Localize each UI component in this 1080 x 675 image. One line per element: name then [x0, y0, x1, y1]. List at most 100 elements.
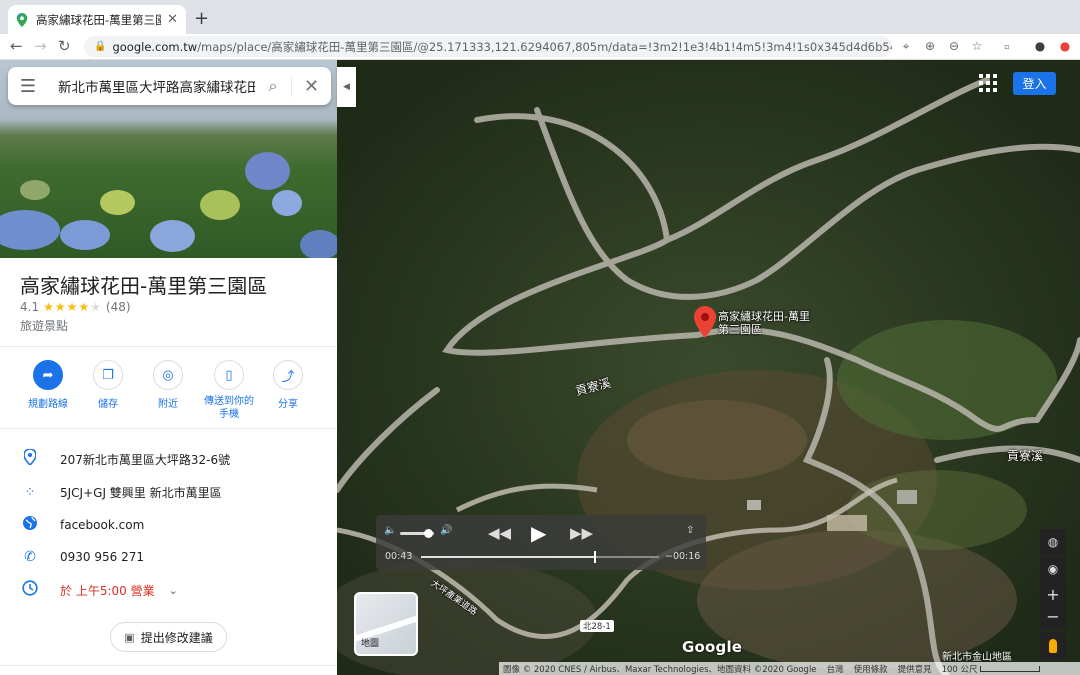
extension-red-icon[interactable]: ● [1057, 38, 1073, 54]
globe-view-icon[interactable]: ◍ [1040, 529, 1066, 555]
progress-bar[interactable] [421, 551, 659, 563]
send-to-phone-button[interactable]: ▯ 傳送到你的手機 [198, 360, 260, 421]
address-row[interactable]: 207新北市萬里區大坪路32-6號 [0, 444, 337, 474]
search-input[interactable]: 新北市萬里區大坪路高家繡球花田 [48, 76, 255, 96]
zoom-out-icon[interactable]: − [1046, 606, 1059, 628]
reload-icon[interactable]: ↻ [58, 37, 71, 55]
phone-text: 0930 956 271 [60, 550, 144, 564]
area-name: 新北市金山地區 [942, 652, 1012, 663]
rating-row[interactable]: 4.1 ★★★★★ (48) [20, 300, 131, 314]
phone-icon: ✆ [24, 549, 36, 565]
divider [0, 346, 337, 347]
play-icon[interactable]: ▶ [531, 521, 546, 545]
search-box[interactable]: ☰ 新北市萬里區大坪路高家繡球花田 ⌕ ✕ [8, 67, 331, 105]
rewind-icon[interactable]: ◀◀ [488, 524, 511, 542]
street-view-pegman-icon[interactable] [1040, 632, 1066, 660]
progress-fill [421, 556, 595, 558]
volume-low-icon[interactable]: 🔈 [384, 525, 396, 536]
address-bar[interactable]: 🔒 google.com.tw/maps/place/高家繡球花田-萬里第三園區… [84, 36, 892, 57]
collapse-panel-button[interactable]: ◀ [337, 67, 356, 107]
current-time: 00:43 [385, 551, 413, 562]
save-button[interactable]: ❐ 儲存 [78, 360, 138, 410]
url-path: /maps/place/高家繡球花田-萬里第三園區/@25.171333,121… [197, 39, 892, 54]
progress-thumb[interactable] [593, 551, 596, 563]
plus-code-row[interactable]: ⁘ 5JCJ+GJ 雙興里 新北市萬里區 [0, 477, 337, 507]
attribution-bar: 圖像 © 2020 CNES / Airbus、Maxar Technologi… [499, 662, 1080, 675]
satellite-map[interactable] [337, 60, 1080, 675]
scale-line [979, 665, 1040, 672]
menu-icon[interactable]: ☰ [8, 76, 48, 97]
extension-icon[interactable]: ▫ [999, 38, 1015, 54]
volume-high-icon[interactable]: 🔊 [440, 525, 452, 536]
place-title: 高家繡球花田-萬里第三園區 [20, 274, 268, 298]
nearby-button[interactable]: ◎ 附近 [138, 360, 198, 410]
browser-tab-bar: 高家繡球花田-萬里第三園區 - G ✕ + [0, 0, 1080, 34]
star-rating-icon: ★★★★★ [43, 300, 102, 314]
clock-icon [0, 580, 60, 600]
attribution-text: 圖像 © 2020 CNES / Airbus、Maxar Technologi… [503, 664, 817, 675]
media-player: 🔈 🔊 ◀◀ ▶ ▶▶ ⇪ 00:43 −00:16 [376, 515, 706, 570]
apps-grid-icon[interactable] [979, 74, 997, 92]
zoom-controls: + − [1040, 582, 1066, 630]
region-link[interactable]: 台灣 [827, 663, 844, 675]
road-shield: 北28-1 [580, 620, 614, 632]
nearby-label: 附近 [158, 399, 178, 410]
review-count[interactable]: (48) [106, 300, 131, 314]
edit-feedback-icon: ▣ [124, 630, 135, 644]
share-button[interactable]: ⤴ 分享 [258, 360, 318, 410]
share-media-icon[interactable]: ⇪ [686, 525, 694, 536]
location-icon[interactable]: ⌖ [898, 38, 914, 54]
website-row[interactable]: facebook.com [0, 510, 337, 540]
save-label: 儲存 [98, 399, 118, 410]
pin-label[interactable]: 高家繡球花田-萬里 第三園區 [718, 310, 810, 336]
scale-bar[interactable]: 100 公尺 [942, 663, 1040, 675]
feedback-link[interactable]: 提供意見 [898, 663, 932, 675]
nearby-icon: ◎ [153, 360, 183, 390]
pin-label-line2: 第三園區 [718, 323, 762, 336]
suggest-edit-button[interactable]: ▣ 提出修改建議 [110, 622, 227, 652]
place-category[interactable]: 旅遊景點 [20, 317, 68, 334]
map-pin-icon[interactable] [694, 306, 716, 338]
place-panel: ☰ 新北市萬里區大坪路高家繡球花田 ⌕ ✕ 高家繡球花田-萬里第三園區 4.1 … [0, 60, 337, 675]
tab-close-icon[interactable]: ✕ [167, 12, 178, 27]
globe-icon [0, 515, 60, 535]
map-layer-toggle[interactable]: 地圖 [354, 592, 418, 656]
send-to-phone-label: 傳送到你的手機 [204, 396, 254, 420]
my-location-icon[interactable]: ◉ [1040, 556, 1066, 582]
hours-text: 於 上午5:00 營業 [60, 583, 155, 598]
back-icon[interactable]: ← [10, 37, 23, 55]
install-icon[interactable]: ⊕ [922, 38, 938, 54]
scale-label: 100 公尺 [941, 664, 978, 675]
terms-link[interactable]: 使用條款 [854, 663, 888, 675]
rating-value: 4.1 [20, 300, 40, 314]
forward-icon[interactable]: → [34, 37, 47, 55]
hours-row[interactable]: 於 上午5:00 營業 ⌄ [0, 575, 337, 605]
phone-row[interactable]: ✆ 0930 956 271 [0, 542, 337, 572]
directions-icon: ➦ [33, 360, 63, 390]
profile-icon[interactable]: ● [1032, 38, 1048, 54]
search-icon[interactable]: ⌕ [255, 76, 291, 96]
remaining-time: −00:16 [665, 551, 701, 562]
bookmark-star-icon[interactable]: ☆ [969, 38, 985, 54]
google-logo: Google [682, 638, 743, 656]
layer-label: 地圖 [361, 639, 380, 649]
clear-search-icon[interactable]: ✕ [291, 75, 331, 97]
zoom-icon[interactable]: ⊖ [946, 38, 962, 54]
directions-label: 規劃路線 [28, 399, 68, 410]
suggest-edit-label: 提出修改建議 [140, 630, 213, 645]
fast-forward-icon[interactable]: ▶▶ [570, 524, 593, 542]
plus-code-icon: ⁘ [24, 484, 36, 500]
volume-knob[interactable] [424, 529, 434, 538]
tab-title: 高家繡球花田-萬里第三園區 - G [36, 12, 162, 27]
directions-button[interactable]: ➦ 規劃路線 [18, 360, 78, 410]
share-label: 分享 [278, 399, 298, 410]
zoom-in-icon[interactable]: + [1046, 584, 1059, 606]
divider [0, 428, 337, 429]
lock-icon: 🔒 [94, 41, 107, 52]
chevron-down-icon[interactable]: ⌄ [169, 584, 178, 597]
browser-tab[interactable]: 高家繡球花田-萬里第三園區 - G ✕ [8, 5, 186, 34]
website-link[interactable]: facebook.com [60, 518, 144, 532]
sign-in-button[interactable]: 登入 [1013, 72, 1056, 95]
pin-label-line1: 高家繡球花田-萬里 [718, 310, 810, 323]
new-tab-button[interactable]: + [194, 8, 209, 29]
